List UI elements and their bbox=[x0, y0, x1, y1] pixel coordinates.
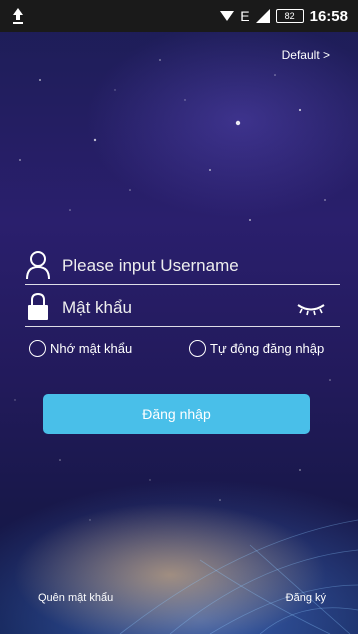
register-link[interactable]: Đăng ký bbox=[286, 592, 326, 604]
password-input[interactable]: Mật khẩu bbox=[62, 298, 132, 318]
user-icon bbox=[26, 251, 50, 280]
password-field[interactable]: Mật khẩu bbox=[25, 292, 340, 327]
auto-login-label: Tự động đăng nhập bbox=[210, 341, 325, 356]
wifi-icon bbox=[220, 11, 235, 21]
eye-closed-icon[interactable] bbox=[296, 302, 326, 316]
username-input[interactable]: Please input Username bbox=[62, 256, 239, 276]
login-screen: E 82 16:58 Default > Please input Userna… bbox=[0, 0, 358, 634]
auto-login-radio[interactable] bbox=[189, 340, 206, 357]
battery-icon: 82 bbox=[275, 9, 304, 23]
remember-password-radio[interactable] bbox=[29, 340, 46, 357]
forgot-password-link[interactable]: Quên mật khẩu bbox=[38, 592, 113, 604]
status-bar: E 82 16:58 bbox=[0, 0, 358, 32]
default-server-link[interactable]: Default > bbox=[282, 48, 330, 62]
remember-password-option[interactable]: Nhớ mật khẩu bbox=[29, 340, 132, 357]
login-button[interactable]: Đăng nhập bbox=[43, 394, 310, 434]
clock: 16:58 bbox=[309, 7, 348, 25]
auto-login-option[interactable]: Tự động đăng nhập bbox=[189, 340, 324, 357]
remember-password-label: Nhớ mật khẩu bbox=[50, 341, 133, 356]
lock-icon bbox=[28, 292, 48, 320]
battery-level: 82 bbox=[284, 11, 295, 21]
signal-icon bbox=[255, 9, 270, 23]
status-indicators: E 82 16:58 bbox=[220, 0, 348, 32]
upload-icon bbox=[13, 8, 23, 24]
network-type: E bbox=[240, 8, 250, 24]
username-field[interactable]: Please input Username bbox=[25, 250, 340, 285]
